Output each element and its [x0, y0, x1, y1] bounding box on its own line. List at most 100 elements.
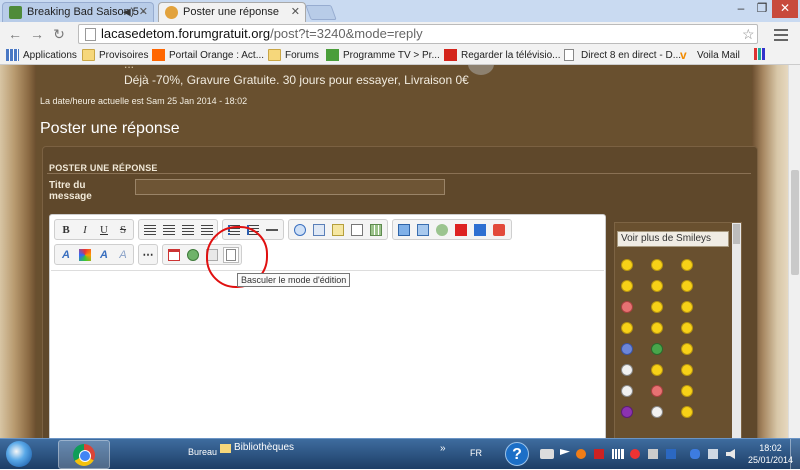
help-icon[interactable]: ?: [505, 442, 529, 466]
smiley-icon[interactable]: [621, 301, 633, 313]
bookmark-direct-8[interactable]: Direct 8 en direct - D...: [564, 48, 681, 63]
smiley-icon[interactable]: [681, 364, 693, 376]
smiley-icon[interactable]: [621, 406, 633, 418]
flash-button[interactable]: [491, 222, 507, 238]
smileys-scrollbar[interactable]: [732, 223, 741, 438]
smiley-icon[interactable]: [621, 280, 633, 292]
forward-button[interactable]: →: [28, 25, 46, 43]
align-right-button[interactable]: [180, 222, 196, 238]
bold-button[interactable]: B: [58, 222, 74, 238]
scroll-thumb[interactable]: [733, 224, 740, 244]
page-scrollbar[interactable]: [788, 65, 800, 438]
hide-button[interactable]: [349, 222, 365, 238]
ad-line[interactable]: Déjà -70%, Gravure Gratuite. 30 jours po…: [124, 73, 469, 87]
keyboard-tray-icon[interactable]: [540, 449, 554, 459]
align-left-button[interactable]: [142, 222, 158, 238]
smiley-icon[interactable]: [681, 322, 693, 334]
spoiler-button[interactable]: [330, 222, 346, 238]
smiley-icon[interactable]: [621, 364, 633, 376]
smiley-icon[interactable]: [621, 322, 633, 334]
ad-line-top[interactable]: ...: [124, 65, 134, 71]
smiley-icon[interactable]: [651, 385, 663, 397]
signal-tray-icon[interactable]: [612, 449, 624, 459]
language-indicator[interactable]: FR: [470, 448, 482, 458]
smiley-icon[interactable]: [621, 343, 633, 355]
more-options-button[interactable]: ⋯: [140, 247, 156, 263]
start-button[interactable]: [6, 441, 32, 467]
smiley-icon[interactable]: [651, 280, 663, 292]
close-tab-icon[interactable]: ✕: [291, 3, 300, 22]
chrome-taskbar-button[interactable]: [58, 440, 110, 469]
message-textarea[interactable]: [51, 270, 604, 438]
bookmark-portail-orange[interactable]: Portail Orange : Act...: [152, 48, 264, 63]
table-button[interactable]: [368, 222, 384, 238]
chrome-menu-icon[interactable]: [774, 26, 788, 42]
smiley-icon[interactable]: [651, 259, 663, 271]
system-clock[interactable]: 18:02 25/01/2014: [748, 442, 793, 466]
preview-button[interactable]: [185, 247, 201, 263]
justify-button[interactable]: [199, 222, 215, 238]
italic-button[interactable]: I: [77, 222, 93, 238]
dailymotion-button[interactable]: [472, 222, 488, 238]
date-button[interactable]: [166, 247, 182, 263]
smiley-icon[interactable]: [681, 406, 693, 418]
new-tab-button[interactable]: [305, 5, 337, 20]
smiley-icon[interactable]: [651, 364, 663, 376]
action-center-icon[interactable]: [560, 449, 570, 455]
reload-button[interactable]: ↻: [50, 25, 68, 43]
host-image-button[interactable]: [415, 222, 431, 238]
font-size-button[interactable]: A: [58, 247, 74, 263]
device-tray-icon[interactable]: [648, 449, 658, 459]
other-bookmarks-icon[interactable]: [754, 48, 765, 63]
image-button[interactable]: [396, 222, 412, 238]
strikethrough-button[interactable]: S: [115, 222, 131, 238]
back-button[interactable]: ←: [6, 25, 24, 43]
toolbar-expand-icon[interactable]: »: [440, 443, 446, 454]
avast-tray-icon[interactable]: [576, 449, 586, 459]
font-color-button[interactable]: [77, 247, 93, 263]
close-window-button[interactable]: ✕: [772, 0, 798, 18]
subject-input[interactable]: [135, 179, 445, 195]
network-connection-icon[interactable]: [708, 449, 718, 459]
font-face-button[interactable]: A: [96, 247, 112, 263]
security-tray-icon[interactable]: [630, 449, 640, 459]
bookmark-forums[interactable]: Forums: [268, 48, 319, 63]
bookmark-voila-mail[interactable]: v Voila Mail: [680, 48, 740, 63]
libraries-toolbar[interactable]: Bibliothèques: [220, 442, 294, 453]
smiley-icon[interactable]: [681, 385, 693, 397]
desktop-toolbar-label[interactable]: Bureau: [188, 447, 217, 457]
link-button[interactable]: [434, 222, 450, 238]
smiley-icon[interactable]: [681, 301, 693, 313]
remove-format-button[interactable]: A: [115, 247, 131, 263]
bookmark-star-icon[interactable]: ☆: [742, 26, 755, 43]
smiley-icon[interactable]: [681, 280, 693, 292]
bookmark-applications[interactable]: Applications: [6, 48, 77, 63]
tab-poster-une-reponse[interactable]: Poster une réponse ✕: [158, 2, 306, 22]
maximize-button[interactable]: ❐: [752, 0, 772, 18]
close-tab-icon[interactable]: ✕: [139, 3, 148, 22]
horizontal-rule-button[interactable]: [264, 222, 280, 238]
align-center-button[interactable]: [161, 222, 177, 238]
smiley-icon[interactable]: [621, 385, 633, 397]
code-button[interactable]: [311, 222, 327, 238]
smiley-icon[interactable]: [651, 406, 663, 418]
youtube-button[interactable]: [453, 222, 469, 238]
smiley-icon[interactable]: [621, 259, 633, 271]
bookmark-programme-tv[interactable]: Programme TV > Pr...: [326, 48, 440, 63]
smiley-icon[interactable]: [681, 259, 693, 271]
underline-button[interactable]: U: [96, 222, 112, 238]
tab-breaking-bad[interactable]: Breaking Bad Saison 5 - ◀) ✕: [2, 2, 154, 22]
volume-icon[interactable]: [726, 449, 735, 459]
smiley-icon[interactable]: [681, 343, 693, 355]
bookmark-regarder-television[interactable]: Regarder la télévisio...: [444, 48, 561, 63]
smiley-icon[interactable]: [651, 343, 663, 355]
more-smileys-link[interactable]: Voir plus de Smileys: [617, 231, 729, 247]
quote-button[interactable]: [292, 222, 308, 238]
scroll-thumb[interactable]: [791, 170, 799, 275]
show-desktop-button[interactable]: [790, 439, 800, 470]
smiley-icon[interactable]: [651, 322, 663, 334]
smiley-icon[interactable]: [651, 301, 663, 313]
acrobat-tray-icon[interactable]: [594, 449, 604, 459]
network-tray-icon[interactable]: [666, 449, 676, 459]
address-bar[interactable]: lacasedetom.forumgratuit.org/post?t=3240…: [78, 24, 758, 44]
